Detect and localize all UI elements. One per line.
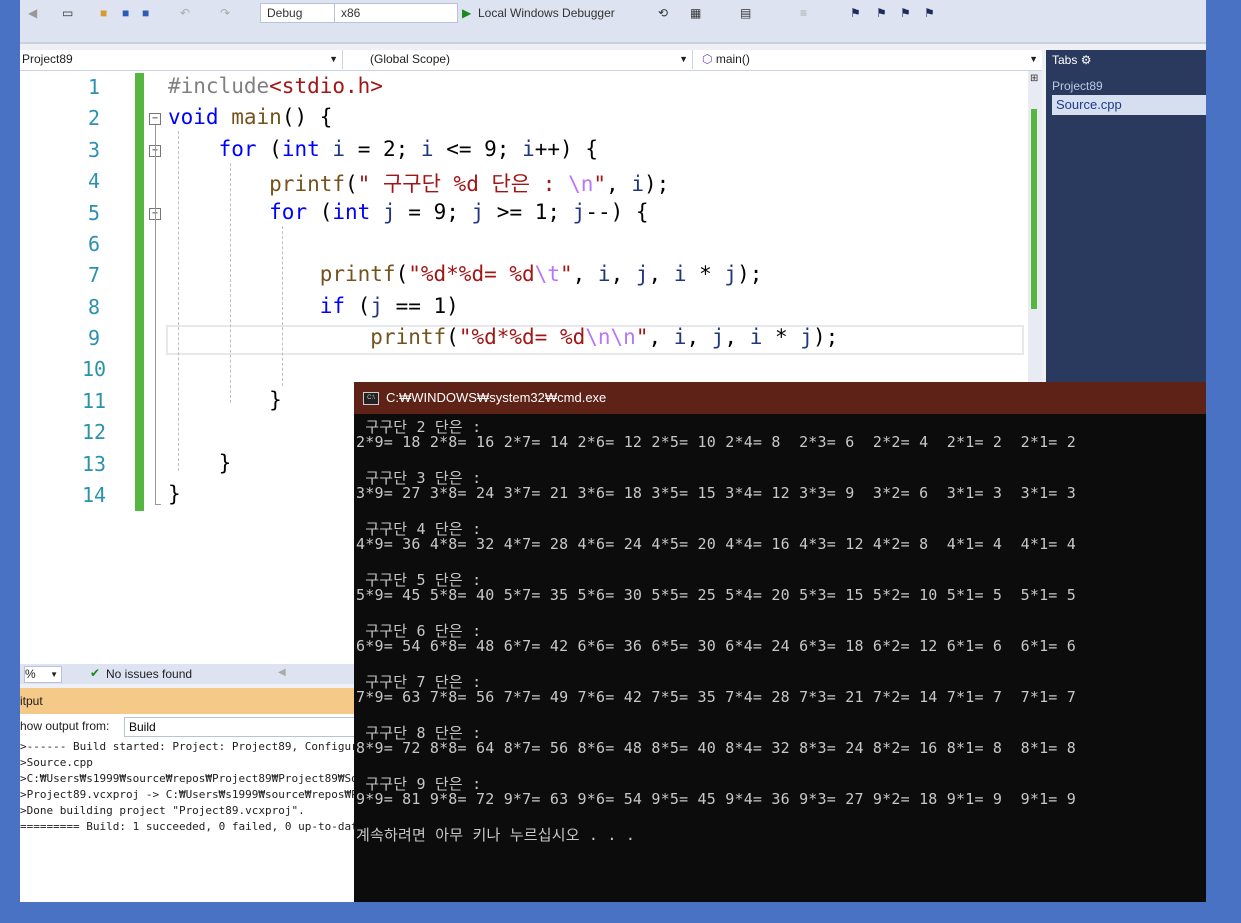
line-number: 12 xyxy=(81,420,107,444)
console-icon: C:\ xyxy=(363,392,379,405)
platform-dropdown[interactable]: x86 xyxy=(334,3,458,23)
code-line: #include<stdio.h> xyxy=(168,74,383,98)
console-line: 8*9= 72 8*8= 64 8*7= 56 8*6= 48 8*5= 40 … xyxy=(356,739,1076,757)
line-number: 14 xyxy=(81,483,107,507)
bookmark-prev-icon[interactable]: ⚑ xyxy=(876,6,887,20)
console-line: 7*9= 63 7*8= 56 7*7= 49 7*6= 42 7*5= 35 … xyxy=(356,688,1076,706)
chevron-down-icon: ▼ xyxy=(679,54,688,64)
gear-icon[interactable]: ⚙ xyxy=(1081,53,1092,67)
console-line: 2*9= 18 2*8= 16 2*7= 14 2*6= 12 2*5= 10 … xyxy=(356,433,1076,451)
check-icon: ✔ xyxy=(90,666,101,680)
fold-toggle-icon[interactable]: − xyxy=(149,113,161,125)
scrollbar-thumb[interactable] xyxy=(1031,109,1037,309)
navigation-bar: Project89 ▼ (Global Scope) ▼ ⬡ main() ▼ xyxy=(20,50,1042,71)
output-line: ========= Build: 1 succeeded, 0 failed, … xyxy=(20,820,365,833)
cmd-title: C:₩WINDOWS₩system32₩cmd.exe xyxy=(386,390,607,405)
zoom-dropdown[interactable]: % ▼ xyxy=(24,666,62,683)
member-dropdown[interactable]: ⬡ main() ▼ xyxy=(696,50,1042,69)
new-project-icon[interactable]: ▭ xyxy=(62,6,73,20)
output-title: itput xyxy=(20,694,43,708)
line-number: 10 xyxy=(81,357,107,381)
line-number: 5 xyxy=(87,201,101,225)
fold-line-end xyxy=(155,504,161,505)
line-number: 11 xyxy=(81,389,107,413)
line-number: 4 xyxy=(87,169,101,193)
output-source-dropdown[interactable]: Build xyxy=(124,717,360,737)
console-line: 3*9= 27 3*8= 24 3*7= 21 3*6= 18 3*5= 15 … xyxy=(356,484,1076,502)
code-line: printf(" 구구단 %d 단은 : \n", i); xyxy=(269,172,670,196)
chevron-down-icon: ▼ xyxy=(329,54,338,64)
console-line: 6*9= 54 6*8= 48 6*7= 42 6*6= 36 6*5= 30 … xyxy=(356,637,1076,655)
issues-status[interactable]: No issues found xyxy=(106,667,192,681)
open-folder-icon[interactable]: ■ xyxy=(100,6,107,20)
code-line: } xyxy=(168,388,282,412)
code-line: if (j == 1) xyxy=(319,294,459,318)
code-line: for (int i = 2; i <= 9; i++) { xyxy=(218,137,598,161)
line-number: 13 xyxy=(81,452,107,476)
chevron-down-icon: ▼ xyxy=(50,670,58,679)
chevron-down-icon: ▼ xyxy=(1029,54,1038,64)
cmd-output: 구구단 2 단은 : 2*9= 18 2*8= 16 2*7= 14 2*6= … xyxy=(354,416,1206,902)
console-line: 계속하려면 아무 키나 누르십시오 . . . xyxy=(356,826,636,844)
run-icon[interactable]: ▶ xyxy=(462,6,471,20)
output-line: >Project89.vcxproj -> C:₩Users₩s1999₩sou… xyxy=(20,788,365,801)
output-panel: itput how output from: Build >------ Bui… xyxy=(20,688,364,902)
line-number: 2 xyxy=(87,106,101,130)
line-number: 7 xyxy=(87,263,101,287)
bookmark-icon[interactable]: ⚑ xyxy=(850,6,861,20)
project-dropdown-label: Project89 xyxy=(22,52,73,66)
output-source-label: how output from: xyxy=(20,719,110,733)
console-line: 4*9= 36 4*8= 32 4*7= 28 4*6= 24 4*5= 20 … xyxy=(356,535,1076,553)
code-line: printf("%d*%d= %d\t", i, j, i * j); xyxy=(319,262,763,286)
line-number: 1 xyxy=(87,75,101,99)
tabs-panel-title-text: Tabs xyxy=(1052,53,1078,67)
save-icon[interactable]: ■ xyxy=(122,6,129,20)
run-label[interactable]: Local Windows Debugger xyxy=(478,6,615,20)
main-toolbar: ◀ ▭ ■ ■ ■ ↶ ↷ Debug x86 ▶ Local Windows … xyxy=(20,0,1206,44)
format-icon[interactable]: ▦ xyxy=(690,6,701,20)
line-number: 8 xyxy=(87,295,101,319)
output-line: >Done building project "Project89.vcxpro… xyxy=(20,804,305,817)
output-line: >------ Build started: Project: Project8… xyxy=(20,740,365,753)
save-all-icon[interactable]: ■ xyxy=(142,6,149,20)
hot-reload-icon[interactable]: ⟲ xyxy=(658,6,668,20)
scope-dropdown[interactable]: (Global Scope) ▼ xyxy=(338,50,693,69)
code-line: void main() { xyxy=(168,105,333,129)
line-number: 9 xyxy=(87,326,101,350)
line-number: 6 xyxy=(87,232,101,256)
indent-icon[interactable]: ≡ xyxy=(800,6,807,20)
fold-line xyxy=(155,125,156,505)
bookmark-next-icon[interactable]: ⚑ xyxy=(900,6,911,20)
back-icon[interactable]: ◀ xyxy=(28,6,37,20)
cmd-window[interactable]: C:\ C:₩WINDOWS₩system32₩cmd.exe 구구단 2 단은… xyxy=(354,382,1206,902)
code-line: } xyxy=(168,451,232,475)
redo-icon[interactable]: ↷ xyxy=(220,6,230,20)
output-line: >C:₩Users₩s1999₩source₩repos₩Project89₩P… xyxy=(20,772,365,785)
undo-icon[interactable]: ↶ xyxy=(180,6,190,20)
comment-icon[interactable]: ▤ xyxy=(740,6,751,20)
scroll-left-icon[interactable]: ◀ xyxy=(278,667,286,678)
split-icon[interactable]: ⊞ xyxy=(1030,73,1038,84)
tab-source-cpp[interactable]: Source.cpp xyxy=(1052,95,1206,115)
cmd-title-bar[interactable]: C:\ C:₩WINDOWS₩system32₩cmd.exe xyxy=(354,382,1206,414)
method-icon: ⬡ xyxy=(702,52,713,66)
output-header: itput xyxy=(20,688,360,714)
console-line: 9*9= 81 9*8= 72 9*7= 63 9*6= 54 9*5= 45 … xyxy=(356,790,1076,808)
scope-dropdown-label: (Global Scope) xyxy=(370,52,451,66)
tabs-project-group[interactable]: Project89 xyxy=(1052,79,1103,93)
code-line: printf("%d*%d= %d\n\n", i, j, i * j); xyxy=(370,325,839,349)
output-line: >Source.cpp xyxy=(20,756,93,769)
bookmark-clear-icon[interactable]: ⚑ xyxy=(924,6,935,20)
change-tracking-bar xyxy=(135,73,144,511)
zoom-level: % xyxy=(25,667,36,681)
code-line: } xyxy=(168,482,181,506)
line-number: 3 xyxy=(87,138,101,162)
tabs-panel-title: Tabs ⚙ xyxy=(1052,53,1091,67)
project-dropdown[interactable]: Project89 ▼ xyxy=(20,50,343,69)
console-line: 5*9= 45 5*8= 40 5*7= 35 5*6= 30 5*5= 25 … xyxy=(356,586,1076,604)
code-line: for (int j = 9; j >= 1; j--) { xyxy=(269,200,649,224)
member-dropdown-label: main() xyxy=(715,52,750,66)
